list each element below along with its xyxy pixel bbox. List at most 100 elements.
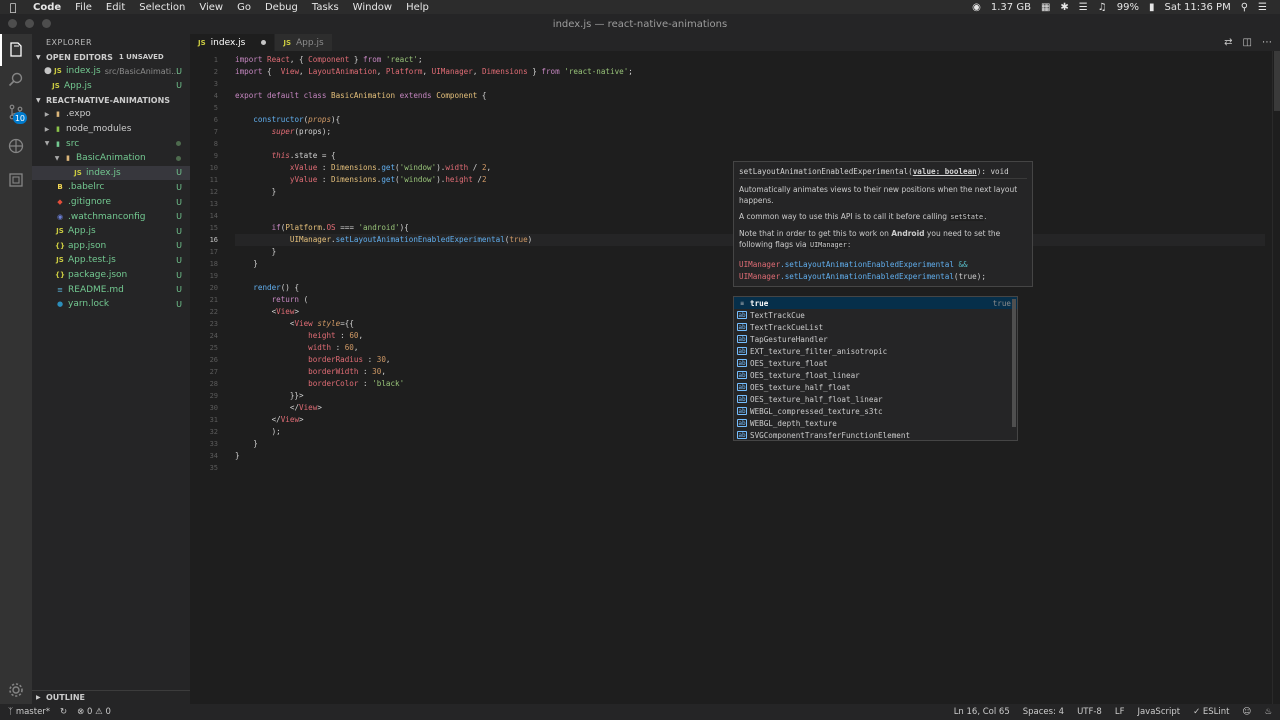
battery-icon[interactable]: ▮ (1144, 2, 1160, 13)
suggest-item[interactable]: ab TextTrackCueList (734, 321, 1017, 333)
tree-file-index-js[interactable]: JS index.js U (32, 165, 190, 181)
suggest-item[interactable]: ab OES_texture_half_float (734, 381, 1017, 393)
line-number[interactable]: 21 (190, 294, 218, 306)
editor-scroll-thumb[interactable] (1274, 51, 1280, 111)
tab-app-js[interactable]: JS App.js (275, 34, 333, 51)
editor-scrollbar[interactable] (1272, 51, 1280, 704)
unsaved-dot-icon[interactable]: ● (44, 66, 52, 76)
volume-icon[interactable]: ♫ (1093, 2, 1112, 13)
smiley-icon[interactable]: ☺ (1243, 707, 1252, 717)
line-number[interactable]: 26 (190, 354, 218, 366)
tree-folder-node-modules[interactable]: ▶ ▮ node_modules (32, 122, 190, 137)
open-changes-icon[interactable]: ⇄ (1224, 37, 1232, 48)
tree-folder-basicanimation[interactable]: ▼ ▮ BasicAnimation (32, 151, 190, 166)
line-number[interactable]: 22 (190, 306, 218, 318)
outline-header[interactable]: ▶ OUTLINE (32, 690, 190, 704)
manage-activity[interactable] (0, 674, 32, 706)
cursor-position[interactable]: Ln 16, Col 65 (954, 707, 1010, 717)
problems-item[interactable]: ⊗ 0 ⚠ 0 (77, 707, 111, 717)
code-line[interactable]: constructor(props){ (235, 114, 1265, 126)
line-number[interactable]: 27 (190, 366, 218, 378)
tree-file-app-js[interactable]: JS App.js U (32, 224, 190, 239)
line-number[interactable]: 1 (190, 54, 218, 66)
zoom-window-button[interactable] (42, 19, 51, 28)
record-icon[interactable]: ◉ (967, 2, 986, 13)
tree-file-watchmanconfig[interactable]: ◉ .watchmanconfig U (32, 209, 190, 224)
suggest-item[interactable]: ≡ true true (734, 297, 1017, 309)
sync-icon[interactable]: ↻ (60, 707, 67, 717)
suggest-item[interactable]: ab OES_texture_float (734, 357, 1017, 369)
open-editor-app-js[interactable]: JS App.js U (32, 79, 190, 94)
line-number[interactable]: 23 (190, 318, 218, 330)
project-header[interactable]: ▼ REACT-NATIVE-ANIMATIONS (32, 93, 190, 107)
line-number[interactable]: 10 (190, 162, 218, 174)
line-number[interactable]: 7 (190, 126, 218, 138)
tree-folder-expo[interactable]: ▶ ▮ .expo (32, 107, 190, 122)
tree-file-app-json[interactable]: {} app.json U (32, 239, 190, 254)
line-number[interactable]: 20 (190, 282, 218, 294)
debug-activity[interactable] (0, 130, 32, 162)
tree-file-readme[interactable]: ≡ README.md U (32, 282, 190, 297)
line-number[interactable]: 29 (190, 390, 218, 402)
tree-file-app-test-js[interactable]: JS App.test.js U (32, 253, 190, 268)
menu-selection[interactable]: Selection (132, 2, 192, 13)
menu-file[interactable]: File (68, 2, 99, 13)
apple-logo-icon[interactable]:  (0, 1, 26, 14)
end-of-line[interactable]: LF (1115, 707, 1125, 717)
suggest-item[interactable]: ab TapGestureHandler (734, 333, 1017, 345)
suggest-scrollbar[interactable] (1012, 299, 1016, 427)
suggest-item[interactable]: ab TextTrackCue (734, 309, 1017, 321)
bell-icon[interactable]: ♨ (1264, 707, 1272, 717)
code-line[interactable]: import { View, LayoutAnimation, Platform… (235, 66, 1265, 78)
line-number[interactable]: 19 (190, 270, 218, 282)
code-line[interactable]: import React, { Component } from 'react'… (235, 54, 1265, 66)
line-number[interactable]: 34 (190, 450, 218, 462)
menu-tasks[interactable]: Tasks (305, 2, 346, 13)
search-activity[interactable] (0, 64, 32, 96)
line-number[interactable]: 25 (190, 342, 218, 354)
line-number[interactable]: 31 (190, 414, 218, 426)
spotlight-icon[interactable]: ⚲ (1236, 2, 1253, 13)
code-line[interactable] (235, 138, 1265, 150)
line-number[interactable]: 6 (190, 114, 218, 126)
line-number[interactable]: 35 (190, 462, 218, 474)
tree-file-babelrc[interactable]: B .babelrc U (32, 180, 190, 195)
open-editor-index-js[interactable]: ● JS index.js src/BasicAnimati... U (32, 64, 190, 79)
line-number[interactable]: 28 (190, 378, 218, 390)
line-number[interactable]: 16 (190, 234, 218, 246)
code-line[interactable]: super(props); (235, 126, 1265, 138)
encoding[interactable]: UTF-8 (1077, 707, 1102, 717)
language-mode[interactable]: JavaScript (1137, 707, 1180, 717)
tab-index-js[interactable]: JS index.js (190, 34, 276, 51)
battery-percent[interactable]: 99% (1112, 2, 1144, 13)
line-number[interactable]: 14 (190, 210, 218, 222)
clock[interactable]: Sat 11:36 PM (1159, 2, 1235, 13)
unsaved-dot-icon[interactable] (261, 40, 267, 45)
suggest-item[interactable]: ab OES_texture_half_float_linear (734, 393, 1017, 405)
extensions-activity[interactable] (0, 164, 32, 196)
list-icon[interactable]: ☰ (1253, 2, 1272, 13)
code-editor[interactable]: 1 2 3 4 5 6 7 8 9 10 11 12 13 14 15 16 17 18 19 20 21 22 23 24 2… (190, 51, 1280, 704)
line-number[interactable]: 12 (190, 186, 218, 198)
tree-folder-src[interactable]: ▼ ▮ src (32, 136, 190, 151)
tree-file-gitignore[interactable]: ◆ .gitignore U (32, 195, 190, 210)
memory-readout[interactable]: 1.37 GB (986, 2, 1036, 13)
bluetooth-icon[interactable]: ✱ (1055, 2, 1073, 13)
line-number[interactable]: 4 (190, 90, 218, 102)
tree-file-package-json[interactable]: {} package.json U (32, 268, 190, 283)
suggest-item[interactable]: ab WEBGL_compressed_texture_s3tc (734, 405, 1017, 417)
code-line[interactable] (235, 462, 1265, 474)
line-number[interactable]: 33 (190, 438, 218, 450)
line-number[interactable]: 13 (190, 198, 218, 210)
explorer-activity[interactable] (0, 34, 32, 66)
line-number[interactable]: 17 (190, 246, 218, 258)
branch-item[interactable]: ᛉ master* (8, 707, 50, 717)
line-number[interactable]: 30 (190, 402, 218, 414)
line-number[interactable]: 8 (190, 138, 218, 150)
open-editors-header[interactable]: ▼ OPEN EDITORS 1 UNSAVED (32, 50, 190, 64)
line-number[interactable]: 18 (190, 258, 218, 270)
menu-view[interactable]: View (192, 2, 230, 13)
wifi-icon[interactable]: ☰ (1074, 2, 1093, 13)
line-number[interactable]: 3 (190, 78, 218, 90)
grid-icon[interactable]: ▦ (1036, 2, 1055, 13)
